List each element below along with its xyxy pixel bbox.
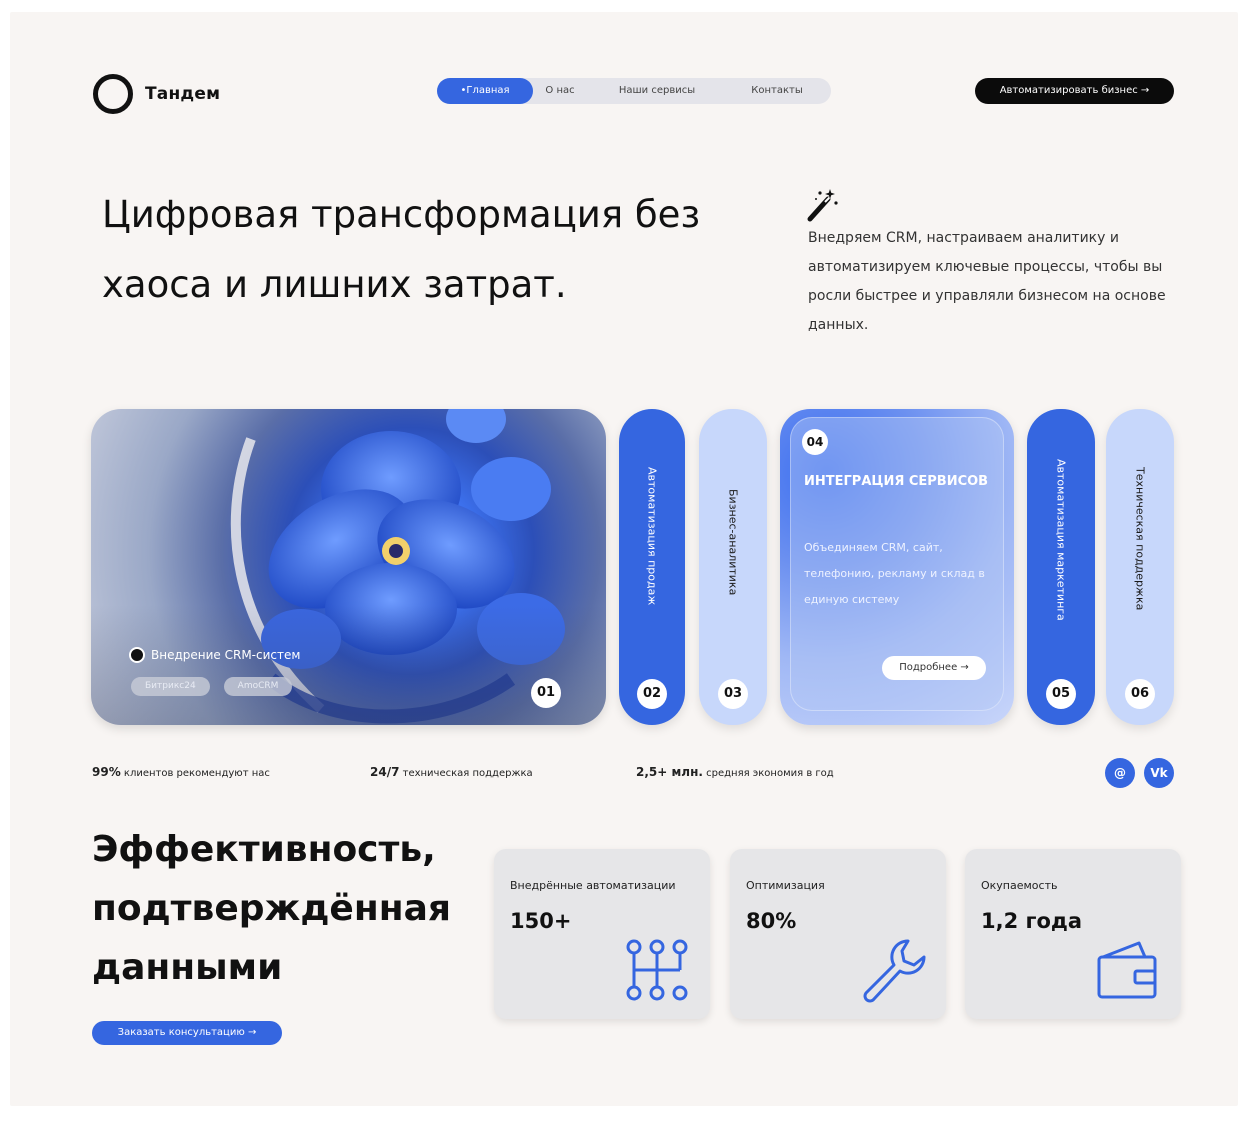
service-label-crm: Внедрение CRM-систем bbox=[129, 647, 300, 663]
hero-description: Внедряем CRM, настраиваем аналитику и ав… bbox=[808, 230, 1166, 333]
metric-value: 150+ bbox=[510, 909, 572, 933]
nav-item-contacts[interactable]: Контакты bbox=[727, 78, 827, 104]
more-details-button[interactable]: Подробнее → bbox=[882, 656, 986, 680]
service-number-06: 06 bbox=[1125, 679, 1155, 709]
logo[interactable]: Тандем bbox=[93, 74, 220, 114]
tag-bitrix24[interactable]: Битрикс24 bbox=[131, 677, 210, 696]
service-card-tech-support[interactable]: Техническая поддержка 06 bbox=[1106, 409, 1174, 725]
integration-title: ИНТЕГРАЦИЯ СЕРВИСОВ bbox=[804, 474, 989, 489]
stat-savings-text: средняя экономия в год bbox=[702, 768, 834, 779]
service-label-marketing: Автоматизация маркетинга bbox=[1054, 459, 1068, 621]
service-label-support: Техническая поддержка bbox=[1133, 467, 1147, 611]
automate-business-button[interactable]: Автоматизировать бизнес → bbox=[975, 78, 1174, 104]
metric-label: Оптимизация bbox=[746, 879, 825, 892]
wrench-icon bbox=[863, 939, 926, 1003]
bullet-dot-icon bbox=[129, 647, 145, 663]
efficiency-title: Эффективность, подтверждённая данными bbox=[92, 829, 451, 988]
stat-savings-value: 2,5+ млн. bbox=[636, 765, 703, 779]
service-number-03: 03 bbox=[718, 679, 748, 709]
order-consultation-button[interactable]: Заказать консультацию → bbox=[92, 1021, 282, 1045]
hero-title: Цифровая трансформация без хаоса и лишни… bbox=[102, 193, 701, 306]
page-background: Тандем •Главная О нас Наши сервисы Конта… bbox=[10, 12, 1238, 1106]
service-number-01: 01 bbox=[531, 678, 561, 708]
nav-item-home[interactable]: •Главная bbox=[437, 78, 533, 104]
magic-wand-icon bbox=[807, 189, 838, 222]
vk-icon[interactable]: Vk bbox=[1144, 758, 1174, 788]
logo-ring-icon bbox=[93, 74, 133, 114]
metric-value: 80% bbox=[746, 909, 797, 933]
card-shade bbox=[91, 605, 606, 725]
stat-support-text: техническая поддержка bbox=[399, 768, 533, 779]
service-card-marketing-automation[interactable]: Автоматизация маркетинга 05 bbox=[1027, 409, 1095, 725]
email-icon[interactable]: @ bbox=[1105, 758, 1135, 788]
service-crm-title: Внедрение CRM-систем bbox=[151, 648, 301, 662]
service-card-crm[interactable]: Внедрение CRM-систем Битрикс24 AmoCRM 01 bbox=[91, 409, 606, 725]
nav-item-about[interactable]: О нас bbox=[533, 78, 587, 104]
service-card-sales-automation[interactable]: Автоматизация продаж 02 bbox=[619, 409, 685, 725]
metric-label: Внедрённые автоматизации bbox=[510, 879, 676, 892]
stat-support-value: 24/7 bbox=[370, 765, 400, 779]
stat-support: 24/7 техническая поддержка bbox=[370, 765, 533, 779]
tag-amocrm[interactable]: AmoCRM bbox=[223, 677, 293, 696]
stat-savings: 2,5+ млн. средняя экономия в год bbox=[636, 765, 834, 779]
service-card-business-analytics[interactable]: Бизнес-аналитика 03 bbox=[699, 409, 767, 725]
integration-description: Объединяем CRM, сайт, телефонию, рекламу… bbox=[804, 541, 985, 606]
service-card-integration[interactable]: 04 ИНТЕГРАЦИЯ СЕРВИСОВ Объединяем CRM, с… bbox=[780, 409, 1014, 725]
metric-card-payback: Окупаемость 1,2 года bbox=[965, 849, 1181, 1019]
crm-tags: Битрикс24 AmoCRM bbox=[131, 677, 293, 696]
network-icon bbox=[626, 939, 688, 1001]
stat-recommend-text: клиентов рекомендуют нас bbox=[120, 768, 270, 779]
stat-recommend-value: 99% bbox=[92, 765, 121, 779]
wallet-icon bbox=[1097, 941, 1157, 999]
stat-recommend: 99% клиентов рекомендуют нас bbox=[92, 765, 270, 779]
service-number-05: 05 bbox=[1046, 679, 1076, 709]
metric-card-optimization: Оптимизация 80% bbox=[730, 849, 946, 1019]
nav-item-services[interactable]: Наши сервисы bbox=[587, 78, 727, 104]
service-label-analytics: Бизнес-аналитика bbox=[726, 489, 740, 596]
service-number-04: 04 bbox=[802, 429, 828, 455]
metric-value: 1,2 года bbox=[981, 909, 1083, 933]
service-label-sales: Автоматизация продаж bbox=[645, 467, 659, 606]
service-number-02: 02 bbox=[637, 679, 667, 709]
metric-label: Окупаемость bbox=[981, 879, 1058, 892]
brand-name: Тандем bbox=[145, 84, 221, 104]
main-nav: •Главная О нас Наши сервисы Контакты bbox=[437, 78, 831, 104]
metric-card-automations: Внедрённые автоматизации 150+ bbox=[494, 849, 710, 1019]
